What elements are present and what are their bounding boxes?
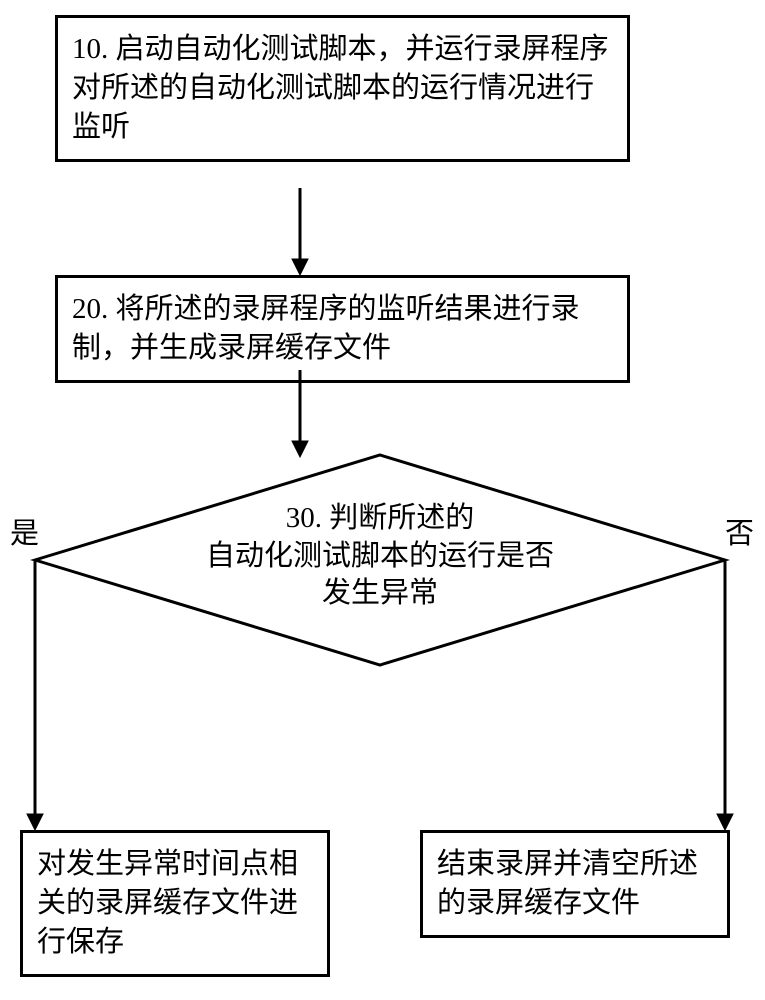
step-30-decision: 30. 判断所述的 自动化测试脚本的运行是否 发生异常 bbox=[30, 450, 730, 670]
step-10-box: 10. 启动自动化测试脚本，并运行录屏程序对所述的自动化测试脚本的运行情况进行监… bbox=[55, 15, 630, 162]
yes-outcome-box: 对发生异常时间点相关的录屏缓存文件进行保存 bbox=[20, 830, 330, 977]
step-30-text-line1: 30. 判断所述的 bbox=[30, 500, 730, 538]
arrow-yes-head bbox=[27, 814, 43, 830]
label-yes: 是 bbox=[10, 510, 39, 552]
arrow-no-head bbox=[717, 814, 733, 830]
step-30-text-line3: 发生异常 bbox=[30, 575, 730, 613]
step-10-text: 10. 启动自动化测试脚本，并运行录屏程序对所述的自动化测试脚本的运行情况进行监… bbox=[72, 33, 609, 143]
no-outcome-box: 结束录屏并清空所述的录屏缓存文件 bbox=[420, 830, 730, 938]
step-20-text: 20. 将所述的录屏程序的监听结果进行录制，并生成录屏缓存文件 bbox=[72, 293, 580, 364]
step-30-text-line2: 自动化测试脚本的运行是否 bbox=[30, 538, 730, 576]
arrow-10-20-head bbox=[292, 259, 308, 275]
yes-outcome-text: 对发生异常时间点相关的录屏缓存文件进行保存 bbox=[37, 848, 298, 958]
step-20-box: 20. 将所述的录屏程序的监听结果进行录制，并生成录屏缓存文件 bbox=[55, 275, 630, 383]
no-outcome-text: 结束录屏并清空所述的录屏缓存文件 bbox=[437, 848, 698, 919]
label-no: 否 bbox=[725, 510, 754, 552]
